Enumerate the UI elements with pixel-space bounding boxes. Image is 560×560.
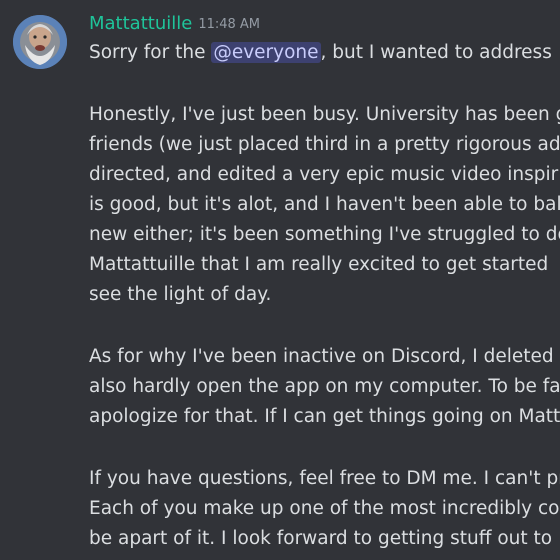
paragraph-4-line: be apart of it. I look forward to gettin… (89, 528, 553, 549)
paragraph-2-line: friends (we just placed third in a prett… (89, 134, 560, 155)
paragraph-2-line: is good, but it's alot, and I haven't be… (89, 194, 560, 215)
message-content: Sorry for the @everyone, but I wanted to… (89, 38, 560, 554)
message-header: Mattattuille 11:48 AM (89, 11, 260, 38)
author-username[interactable]: Mattattuille (89, 13, 192, 34)
paragraph-3-line: apologize for that. If I can get things … (89, 406, 560, 427)
user-avatar[interactable] (13, 15, 67, 69)
paragraph-2-line: see the light of day. (89, 284, 272, 305)
paragraph-2-line: directed, and edited a very epic music v… (89, 164, 559, 185)
paragraph-3-line: As for why I've been inactive on Discord… (89, 346, 560, 367)
avatar-image (13, 15, 67, 69)
paragraph-1-line-1: Sorry for the @everyone, but I wanted to… (89, 38, 560, 68)
paragraph-3-line: also hardly open the app on my computer.… (89, 376, 560, 397)
paragraph-2-line: new either; it's been something I've str… (89, 224, 560, 245)
message-timestamp: 11:48 AM (198, 17, 261, 32)
paragraph-2-line: Mattattuille that I am really excited to… (89, 254, 549, 275)
chat-message: Mattattuille 11:48 AM Sorry for the @ever… (0, 0, 560, 560)
paragraph-2-line: Honestly, I've just been busy. Universit… (89, 104, 560, 125)
everyone-mention[interactable]: @everyone (211, 42, 321, 63)
paragraph-4-line: If you have questions, feel free to DM m… (89, 468, 560, 489)
text-span: Sorry for the (89, 42, 212, 63)
paragraph-4-line: Each of you make up one of the most incr… (89, 498, 560, 519)
text-span: , but I wanted to address (320, 42, 552, 63)
